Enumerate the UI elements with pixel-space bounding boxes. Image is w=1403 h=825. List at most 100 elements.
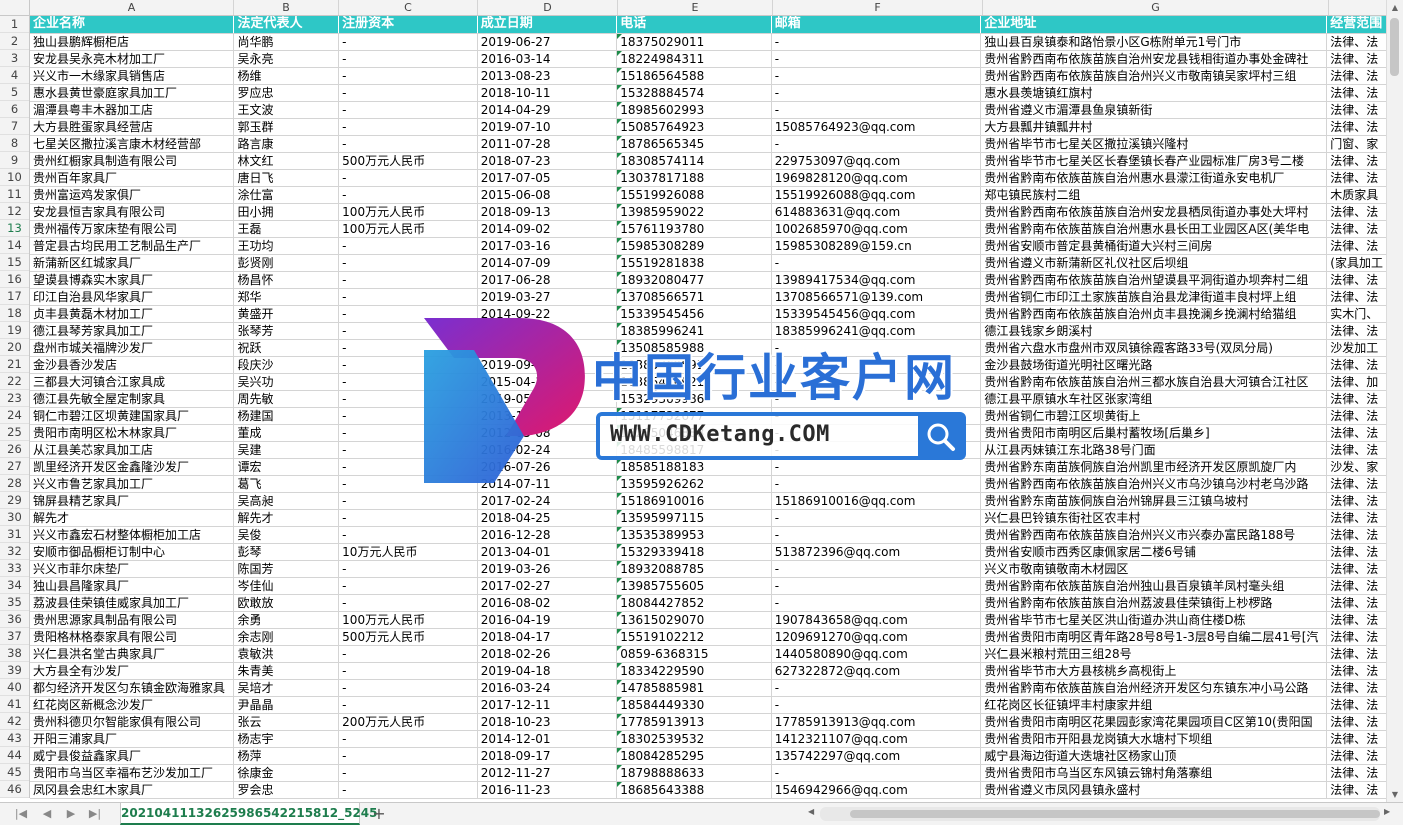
cell-date[interactable]: 2014-04-29 (477, 101, 618, 119)
cell-phone[interactable]: 18084285295 (616, 747, 772, 765)
cell-company[interactable]: 兴义市鑫宏石材整体橱柜加工店 (30, 526, 235, 544)
cell-address[interactable]: 贵州省贵阳市开阳县龙岗镇大水塘村下坝组 (980, 730, 1328, 748)
cell-capital[interactable]: - (338, 339, 478, 357)
cell-phone[interactable]: 18932088785 (616, 560, 772, 578)
cell-capital[interactable]: - (338, 169, 478, 187)
cell-phone[interactable]: 15519281838 (616, 254, 772, 272)
cell-company[interactable]: 七星关区撒拉溪言康木材经营部 (30, 135, 235, 153)
cell-capital[interactable]: - (338, 84, 478, 102)
cell-company[interactable]: 贵州福传万家床垫有限公司 (30, 220, 235, 238)
cell-company[interactable]: 兴义市菲尔床垫厂 (30, 560, 235, 578)
row-number[interactable]: 31 (0, 526, 29, 543)
add-sheet-icon[interactable]: + (370, 804, 388, 824)
cell-phone[interactable]: 15519926088 (616, 186, 772, 204)
cell-scope[interactable]: 法律、法 (1326, 101, 1387, 119)
cell-legal-rep[interactable]: 徐康金 (233, 764, 340, 782)
cell-address[interactable]: 贵州省毕节市大方县核桃乡高枧街上 (980, 662, 1328, 680)
cell-company[interactable]: 贵阳格林格泰家具有限公司 (30, 628, 235, 646)
cell-address[interactable]: 贵州省黔东南苗族侗族自治州凯里市经济开发区原凯旋厂内 (980, 458, 1328, 476)
cell-scope[interactable]: 法律、法 (1326, 781, 1387, 799)
cell-email[interactable]: 15085764923@qq.com (771, 118, 982, 136)
cell-date[interactable]: 2015-06-08 (477, 186, 618, 204)
cell-company[interactable]: 荔波县佳荣镇佳威家具加工厂 (30, 594, 235, 612)
cell-capital[interactable]: - (338, 679, 478, 697)
cell-date[interactable]: 2013-08-23 (477, 67, 618, 85)
cell-email[interactable]: - (771, 356, 982, 374)
cell-date[interactable]: 2019-09-18 (477, 356, 618, 374)
row-number[interactable]: 43 (0, 730, 29, 747)
cell-email[interactable]: 1969828120@qq.com (771, 169, 982, 187)
cell-phone[interactable]: 18308574114 (616, 152, 772, 170)
cell-email[interactable]: - (771, 560, 982, 578)
column-header-c[interactable]: C (339, 0, 478, 15)
cell-email[interactable]: 17785913913@qq.com (771, 713, 982, 731)
cell-date[interactable]: 2017-06-28 (477, 271, 618, 289)
cell-email[interactable]: 513872396@qq.com (771, 543, 982, 561)
cell-email[interactable]: 15339545456@qq.com (771, 305, 982, 323)
cell-address[interactable]: 兴仁县巴铃镇东街社区农丰村 (980, 509, 1328, 527)
cell-scope[interactable]: 法律、法 (1326, 84, 1387, 102)
cell-scope[interactable]: 法律、法 (1326, 679, 1387, 697)
cell-date[interactable]: 2017-12-11 (477, 696, 618, 714)
cell-capital[interactable]: - (338, 747, 478, 765)
cell-address[interactable]: 贵州省安顺市普定县黄桶街道大兴村三间房 (980, 237, 1328, 255)
cell-legal-rep[interactable]: 余勇 (233, 611, 340, 629)
cell-capital[interactable]: - (338, 356, 478, 374)
cell-address[interactable]: 贵州省黔西南布依族苗族自治州安龙县钱相街道办事处金碑社 (980, 50, 1328, 68)
cell-email[interactable]: - (771, 441, 982, 459)
cell-date[interactable]: 2016-02-24 (477, 441, 618, 459)
cell-legal-rep[interactable]: 杨建国 (233, 407, 340, 425)
cell-date[interactable]: 2019-01-08 (477, 322, 618, 340)
cell-legal-rep[interactable]: 吴俊 (233, 526, 340, 544)
cell-scope[interactable]: 法律、法 (1326, 611, 1387, 629)
cell-company[interactable]: 开阳三浦家具厂 (30, 730, 235, 748)
cell-address[interactable]: 从江县丙妹镇江东北路38号门面 (980, 441, 1328, 459)
cell-capital[interactable]: - (338, 696, 478, 714)
cell-legal-rep[interactable]: 杨维 (233, 67, 340, 85)
cell-address[interactable]: 贵州省黔西南布依族苗族自治州望谟县平洞街道办坝奔村二组 (980, 271, 1328, 289)
cell-date[interactable]: 2012-05-08 (477, 424, 618, 442)
cell-email[interactable]: - (771, 424, 982, 442)
cell-phone[interactable]: 15186910016 (616, 492, 772, 510)
row-number[interactable]: 32 (0, 543, 29, 560)
cell-phone[interactable]: 13508585988 (616, 339, 772, 357)
cell-email[interactable]: - (771, 407, 982, 425)
cell-company[interactable]: 凤冈县会忠红木家具厂 (30, 781, 235, 799)
row-number[interactable]: 42 (0, 713, 29, 730)
cell-capital[interactable]: 500万元人民币 (338, 628, 478, 646)
cell-phone[interactable]: 15985308289 (616, 237, 772, 255)
cell-capital[interactable]: - (338, 764, 478, 782)
cell-date[interactable]: 2018-07-23 (477, 152, 618, 170)
cell-address[interactable]: 贵州省六盘水市盘州市双凤镇徐霞客路33号(双凤分局) (980, 339, 1328, 357)
cell-date[interactable]: 2013-04-01 (477, 543, 618, 561)
row-number[interactable]: 44 (0, 747, 29, 764)
cell-capital[interactable]: - (338, 475, 478, 493)
cell-scope[interactable]: 法律、法 (1326, 764, 1387, 782)
cell-legal-rep[interactable]: 解先才 (233, 509, 340, 527)
row-number[interactable]: 40 (0, 679, 29, 696)
row-number[interactable]: 33 (0, 560, 29, 577)
row-number[interactable]: 37 (0, 628, 29, 645)
cell-capital[interactable]: - (338, 237, 478, 255)
cell-scope[interactable]: 法律、法 (1326, 237, 1387, 255)
cell-address[interactable]: 贵州省铜仁市碧江区坝黄街上 (980, 407, 1328, 425)
cell-address[interactable]: 贵州省贵阳市南明区青年路28号8号1-3层8号自编二层41号[汽 (980, 628, 1328, 646)
cell-legal-rep[interactable]: 田小拥 (233, 203, 340, 221)
scroll-down-arrow-icon[interactable]: ▼ (1387, 787, 1403, 802)
row-number[interactable]: 10 (0, 169, 29, 186)
cell-capital[interactable]: - (338, 594, 478, 612)
cell-date[interactable]: 2019-03-26 (477, 560, 618, 578)
cell-date[interactable]: 2018-09-13 (477, 203, 618, 221)
cell-scope[interactable]: 法律、法 (1326, 577, 1387, 595)
cell-address[interactable]: 贵州省黔南布依族苗族自治州惠水县濛江街道永安电机厂 (980, 169, 1328, 187)
cell-company[interactable]: 贵阳市南明区松木林家具厂 (30, 424, 235, 442)
cell-date[interactable]: 2012-11-27 (477, 764, 618, 782)
header-cell-scope[interactable]: 经营范围 (1326, 16, 1387, 34)
cell-capital[interactable]: - (338, 781, 478, 799)
cell-email[interactable]: - (771, 67, 982, 85)
cell-phone[interactable]: 13595926262 (616, 475, 772, 493)
cell-capital[interactable]: 500万元人民币 (338, 152, 478, 170)
cell-capital[interactable]: - (338, 509, 478, 527)
cell-phone[interactable]: 18584449330 (616, 696, 772, 714)
cell-address[interactable]: 贵州省安顺市西秀区康佩家居二楼6号铺 (980, 543, 1328, 561)
